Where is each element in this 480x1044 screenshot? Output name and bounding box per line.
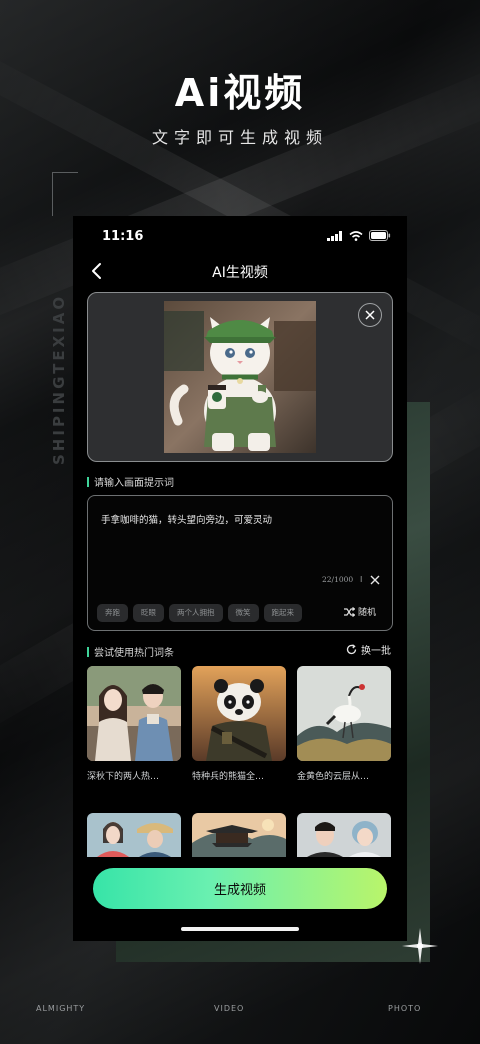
hot-item-row2-temple[interactable] (192, 813, 286, 857)
poster-vertical-text: SHIPINGTEXIAO (50, 293, 68, 465)
hot-item-couple[interactable] (87, 666, 181, 761)
sparkle-icon (402, 928, 438, 964)
hot-item-caption: 深秋下的两人热… (87, 772, 160, 782)
hot-label-text: 尝试使用热门词条 (94, 648, 174, 659)
bottom-label-almighty: ALMIGHTY (36, 1004, 86, 1013)
prompt-label-text: 请输入画面提示词 (94, 478, 174, 489)
hot-item-row2-couple[interactable] (297, 813, 391, 857)
hot-item-caption: 特种兵的熊猫全… (192, 772, 265, 782)
section-accent-bar (87, 646, 89, 657)
uploaded-image-card[interactable] (87, 292, 393, 462)
decor-line (52, 172, 53, 216)
bottom-label-video: VIDEO (214, 1004, 245, 1013)
hot-item-caption: 金黄色的云层从… (297, 772, 370, 782)
navigation-bar: AI生视频 (73, 256, 407, 288)
portraits-image (87, 813, 181, 857)
wifi-icon (349, 230, 363, 241)
battery-icon (369, 230, 391, 241)
cellular-signal-icon (327, 230, 342, 241)
couple-portrait-image (297, 813, 391, 857)
refresh-batch-button[interactable]: 换一批 (346, 642, 391, 657)
suggestion-chips: 奔跑 眨眼 两个人拥抱 微笑 跑起来 (97, 604, 302, 622)
shuffle-icon (344, 606, 355, 617)
random-label: 随机 (358, 608, 377, 618)
chip-blink[interactable]: 眨眼 (133, 604, 164, 622)
chip-run[interactable]: 奔跑 (97, 604, 128, 622)
refresh-label: 换一批 (361, 646, 391, 657)
hot-section-label: 尝试使用热门词条 (87, 644, 174, 659)
page-title: AI生视频 (212, 265, 268, 281)
poster-subtitle: 文字即可生成视频 (151, 128, 328, 147)
crane-clouds-image (297, 666, 391, 761)
chip-start-running[interactable]: 跑起来 (263, 604, 302, 622)
remove-image-button[interactable] (358, 303, 382, 327)
prompt-text[interactable]: 手拿咖啡的猫，转头望向旁边，可爱灵动 (101, 512, 272, 526)
hot-item-row2-portraits[interactable] (87, 813, 181, 857)
home-indicator (181, 927, 299, 931)
phone-screen: 11:16 AI生视频 请输入画面提示词 手拿咖啡的猫，转头望向旁边，可爱灵动 … (73, 216, 407, 941)
prompt-section-label: 请输入画面提示词 (87, 474, 174, 489)
couple-autumn-image (87, 666, 181, 761)
clear-text-icon[interactable] (369, 574, 381, 586)
random-button[interactable]: 随机 (344, 605, 376, 618)
poster-title: Ai视频 (174, 71, 306, 115)
chip-smile[interactable]: 微笑 (227, 604, 259, 622)
hot-item-crane[interactable] (297, 666, 391, 761)
hot-item-panda[interactable] (192, 666, 286, 761)
temple-landscape-image (192, 813, 286, 857)
count-separator: I (360, 575, 363, 584)
generate-video-button[interactable]: 生成视频 (93, 868, 387, 909)
close-icon (365, 310, 375, 320)
prompt-input-box[interactable]: 手拿咖啡的猫，转头望向旁边，可爱灵动 22/1000 I 奔跑 眨眼 两个人拥抱… (87, 495, 393, 631)
char-count: 22/1000 (322, 575, 354, 584)
status-time: 11:16 (102, 229, 144, 244)
refresh-icon (346, 644, 357, 655)
cat-coffee-image (164, 301, 316, 453)
status-icons (327, 230, 391, 241)
section-accent-bar (87, 476, 89, 487)
chip-hug[interactable]: 两个人拥抱 (169, 604, 223, 622)
decor-line (52, 172, 78, 173)
bottom-label-photo: PHOTO (388, 1004, 422, 1013)
panda-soldier-image (192, 666, 286, 761)
